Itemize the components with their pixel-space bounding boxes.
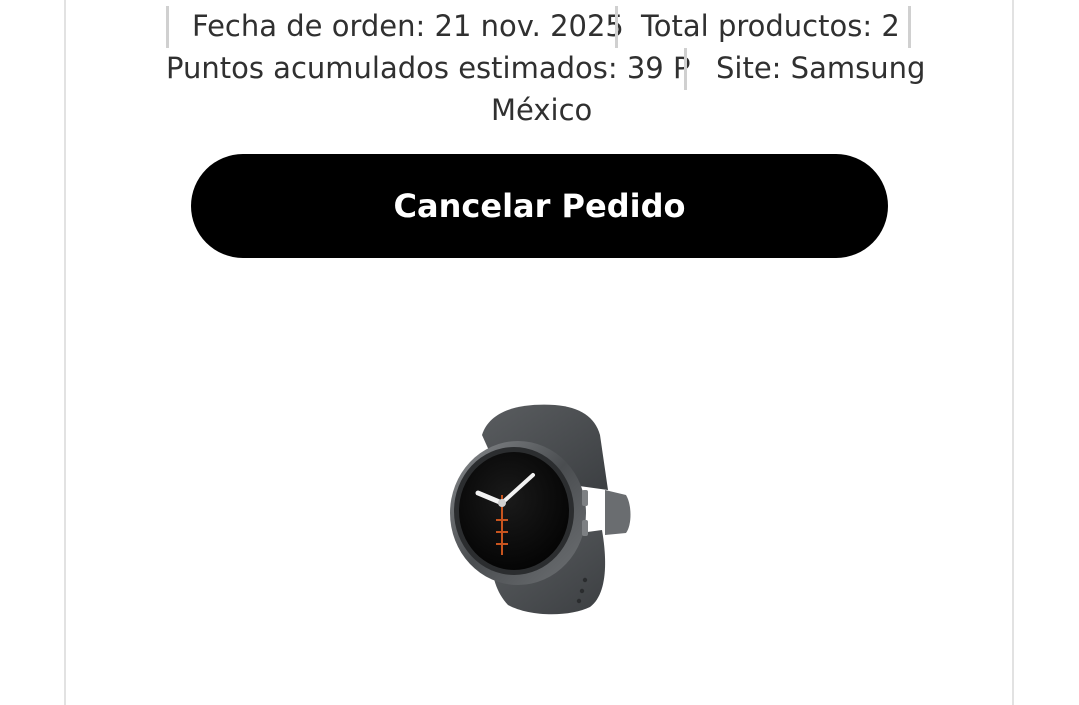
meta-separator — [166, 6, 169, 48]
smartwatch-image[interactable] — [430, 395, 650, 620]
meta-separator — [908, 6, 911, 48]
total-products: Total productos: 2 — [641, 9, 900, 43]
meta-separator — [615, 6, 618, 48]
site-label: Site: Samsung — [716, 51, 926, 85]
site-country: México — [491, 93, 593, 127]
order-date: Fecha de orden: 21 nov. 2025 — [192, 9, 624, 43]
meta-separator — [684, 48, 687, 90]
estimated-points: Puntos acumulados estimados: 39 P — [166, 51, 691, 85]
cancel-order-button[interactable]: Cancelar Pedido — [191, 154, 888, 258]
order-detail-page: Fecha de orden: 21 nov. 2025 Total produ… — [0, 0, 1079, 705]
